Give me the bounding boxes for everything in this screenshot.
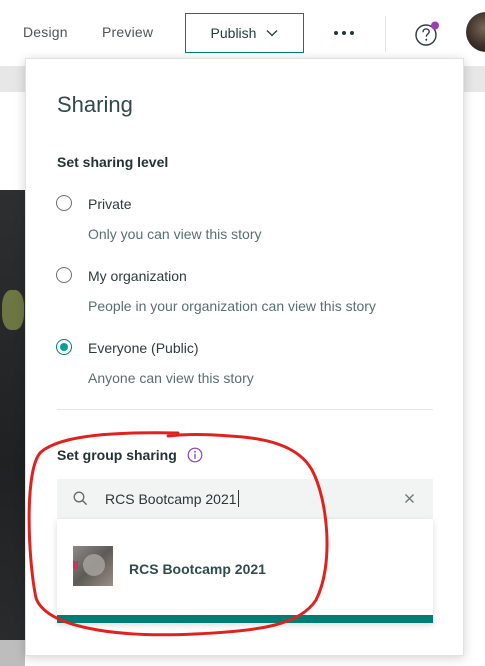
more-options-button[interactable] xyxy=(328,22,360,44)
help-icon xyxy=(415,21,439,46)
option-description: Anyone can view this story xyxy=(88,370,254,386)
option-label: Private xyxy=(88,196,132,212)
publish-button-label: Publish xyxy=(210,25,257,41)
section-divider xyxy=(57,409,433,410)
radio-organization[interactable] xyxy=(56,267,72,283)
search-input-value[interactable]: RCS Bootcamp 2021 xyxy=(105,490,239,507)
preview-tab[interactable]: Preview xyxy=(102,24,153,40)
chevron-down-icon xyxy=(266,30,278,37)
top-bar: Design Preview Publish xyxy=(0,0,485,66)
group-search-results: RCS Bootcamp 2021 xyxy=(57,519,433,623)
story-map-strip xyxy=(0,190,25,646)
info-icon[interactable] xyxy=(187,447,203,463)
text-caret xyxy=(237,490,239,507)
search-icon xyxy=(73,491,88,506)
group-sharing-heading: Set group sharing xyxy=(57,447,177,463)
option-description: People in your organization can view thi… xyxy=(88,298,376,314)
publish-button[interactable]: Publish xyxy=(185,13,304,53)
sharing-panel: Sharing Set sharing level Private Only y… xyxy=(25,58,464,656)
option-label: Everyone (Public) xyxy=(88,340,199,356)
group-search-input[interactable]: RCS Bootcamp 2021 xyxy=(57,479,433,519)
list-item[interactable]: RCS Bootcamp 2021 xyxy=(57,519,433,615)
option-label: My organization xyxy=(88,268,187,284)
clear-icon[interactable] xyxy=(404,493,415,504)
option-description: Only you can view this story xyxy=(88,226,262,242)
sharing-level-heading: Set sharing level xyxy=(57,154,169,170)
map-landmass xyxy=(2,290,24,330)
help-button[interactable] xyxy=(414,21,440,47)
results-accent-bar xyxy=(57,615,433,623)
toolbar-divider xyxy=(385,16,386,52)
group-name: RCS Bootcamp 2021 xyxy=(129,561,266,577)
panel-title: Sharing xyxy=(57,92,133,117)
group-thumbnail xyxy=(73,546,113,586)
design-tab[interactable]: Design xyxy=(23,24,68,40)
map-attribution-strip xyxy=(0,640,25,666)
user-avatar[interactable] xyxy=(466,12,485,52)
more-icon xyxy=(334,31,354,35)
radio-public[interactable] xyxy=(56,339,72,355)
radio-private[interactable] xyxy=(56,195,72,211)
